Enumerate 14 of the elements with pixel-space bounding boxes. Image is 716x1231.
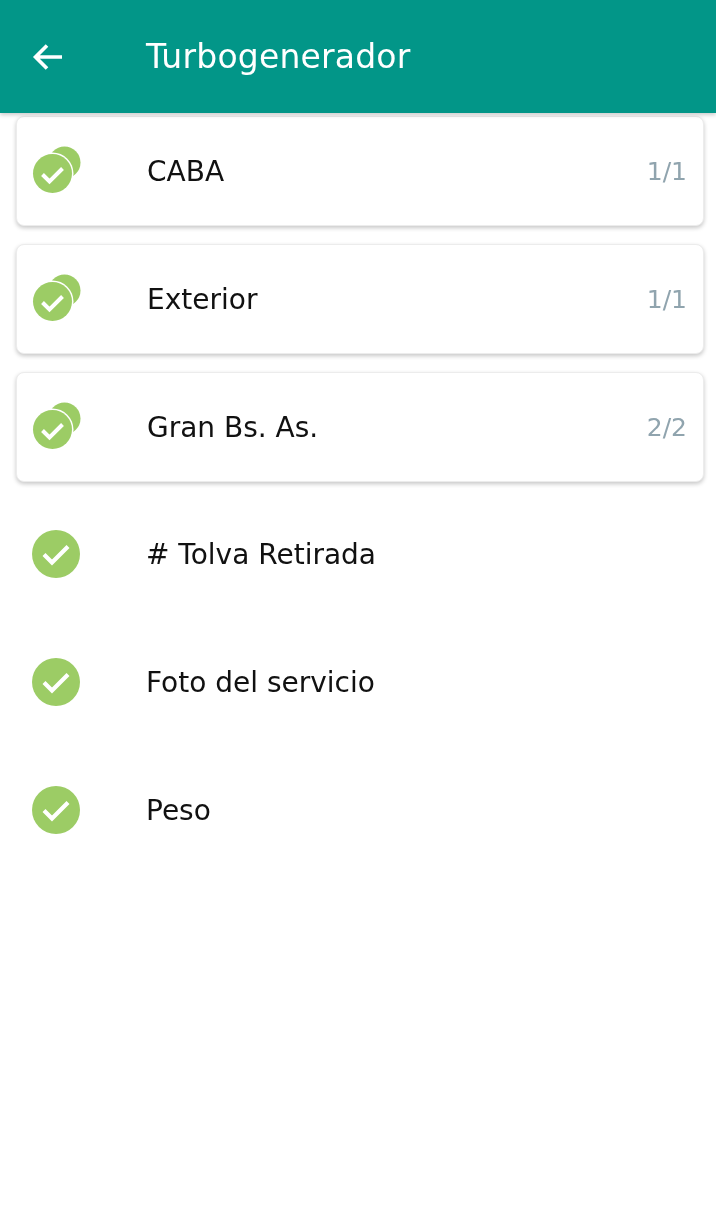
section-title: Gran Bs. As. (147, 410, 320, 444)
progress-count: 1/1 (646, 284, 687, 314)
screen-title: Turbogenerador (146, 37, 411, 76)
section-title: CABA (147, 154, 226, 188)
back-icon (32, 42, 64, 71)
section-title: Exterior (147, 282, 259, 316)
section-card[interactable]: Exterior 1/1 (16, 244, 704, 354)
field-label: Peso (146, 793, 212, 827)
progress-count: 2/2 (646, 412, 687, 442)
field-label: # Tolva Retirada (146, 537, 378, 571)
section-card[interactable]: Gran Bs. As. 2/2 (16, 372, 704, 482)
progress-count: 1/1 (646, 156, 687, 186)
section-card[interactable]: CABA 1/1 (16, 116, 704, 226)
field-label: Foto del servicio (146, 665, 376, 699)
